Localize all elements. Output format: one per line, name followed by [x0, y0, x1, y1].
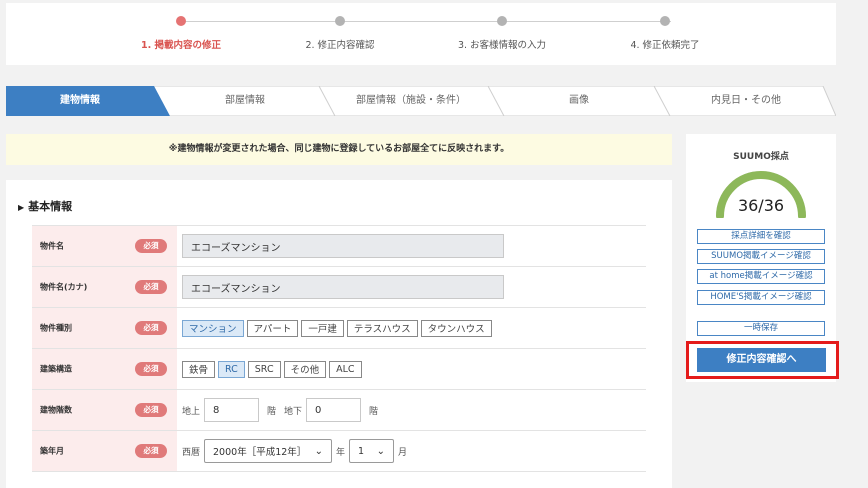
- required-badge: 必須: [135, 321, 167, 335]
- structure-option-alc[interactable]: ALC: [329, 360, 362, 378]
- field-label: 建物階数: [40, 405, 72, 415]
- row-header: 建築構造 必須: [32, 349, 177, 389]
- tab-bar: 建物情報 部屋情報 部屋情報（施設・条件） 画像 内見日・その他: [6, 86, 836, 116]
- section-title: ▶ 基本情報: [18, 198, 72, 214]
- built-month-value: 1: [358, 445, 365, 457]
- field-label: 物件名: [40, 241, 64, 251]
- chevron-down-icon: ⌄: [314, 445, 324, 457]
- row-value: 西暦 2000年［平成12年］ ⌄ 年 1 ⌄ 月: [177, 431, 646, 471]
- suumo-preview-button[interactable]: SUUMO掲載イメージ確認: [697, 249, 825, 264]
- form-row-property-kana: 物件名(カナ) 必須 エコーズマンション: [32, 267, 646, 308]
- type-option-mansion[interactable]: マンション: [182, 319, 244, 337]
- structure-option-rc[interactable]: RC: [218, 360, 245, 378]
- form-row-structure: 建築構造 必須 鉄骨 RC SRC その他 ALC: [32, 349, 646, 390]
- progress-step-3: 3. お客様情報の入力: [417, 16, 587, 51]
- required-badge: 必須: [135, 239, 167, 253]
- step-dot: [176, 16, 186, 26]
- row-value: マンション アパート 一戸建 テラスハウス タウンハウス: [177, 308, 646, 348]
- score-detail-button[interactable]: 採点詳細を確認: [697, 229, 825, 244]
- built-month-select[interactable]: 1 ⌄: [349, 439, 395, 463]
- row-header: 物件名(カナ) 必須: [32, 267, 177, 307]
- type-option-house[interactable]: 一戸建: [301, 319, 344, 337]
- below-ground-floors-input[interactable]: 0: [306, 398, 362, 422]
- field-label: 物件名(カナ): [40, 282, 88, 292]
- field-label: 建築構造: [40, 364, 72, 374]
- row-header: 物件種別 必須: [32, 308, 177, 348]
- above-ground-floors-input[interactable]: 8: [204, 398, 260, 422]
- step-dot: [335, 16, 345, 26]
- step-label: 4. 修正依頼完了: [630, 40, 700, 51]
- floors-unit: 階: [267, 406, 277, 417]
- row-value: エコーズマンション: [177, 226, 646, 266]
- row-header: 築年月 必須: [32, 431, 177, 471]
- tab-room-info[interactable]: 部屋情報: [170, 86, 320, 116]
- tab-viewing-other[interactable]: 内見日・その他: [662, 86, 830, 116]
- progress-step-1: 1. 掲載内容の修正: [96, 16, 266, 51]
- required-badge: 必須: [135, 362, 167, 376]
- step-label: 3. お客様情報の入力: [457, 40, 547, 51]
- required-badge: 必須: [135, 403, 167, 417]
- type-option-terrace-house[interactable]: テラスハウス: [346, 319, 418, 337]
- below-ground-label: 地下: [284, 406, 303, 417]
- step-dot: [660, 16, 670, 26]
- year-unit: 年: [336, 447, 346, 458]
- row-value: 地上 8 階 地下 0 階: [177, 390, 646, 430]
- progress-step-2: 2. 修正内容確認: [255, 16, 425, 51]
- required-badge: 必須: [135, 280, 167, 294]
- athome-preview-button[interactable]: at home掲載イメージ確認: [697, 269, 825, 284]
- progress-step-4: 4. 修正依頼完了: [580, 16, 750, 51]
- structure-option-other[interactable]: その他: [283, 360, 327, 378]
- progress-steps: 1. 掲載内容の修正 2. 修正内容確認 3. お客様情報の入力 4. 修正依頼…: [6, 3, 836, 65]
- era-label: 西暦: [182, 447, 201, 458]
- form-row-built-date: 築年月 必須 西暦 2000年［平成12年］ ⌄ 年 1 ⌄ 月: [32, 431, 646, 472]
- floors-unit: 階: [369, 406, 379, 417]
- step-dot: [497, 16, 507, 26]
- property-name-input[interactable]: エコーズマンション: [182, 234, 504, 258]
- month-unit: 月: [398, 447, 408, 458]
- form-table: 物件名 必須 エコーズマンション 物件名(カナ) 必須 エコーズマンション 物件…: [32, 225, 646, 472]
- form-row-property-type: 物件種別 必須 マンション アパート 一戸建 テラスハウス タウンハウス: [32, 308, 646, 349]
- tab-building-info[interactable]: 建物情報: [6, 86, 154, 116]
- row-header: 物件名 必須: [32, 226, 177, 266]
- built-year-value: 2000年［平成12年］: [213, 447, 307, 458]
- tab-room-facilities[interactable]: 部屋情報（施設・条件）: [327, 86, 495, 116]
- structure-option-src[interactable]: SRC: [247, 360, 281, 378]
- field-label: 物件種別: [40, 323, 72, 333]
- structure-option-steel[interactable]: 鉄骨: [182, 360, 216, 378]
- triangle-icon: ▶: [18, 203, 25, 212]
- built-year-select[interactable]: 2000年［平成12年］ ⌄: [204, 439, 333, 463]
- temp-save-button[interactable]: 一時保存: [697, 321, 825, 336]
- section-title-text: 基本情報: [28, 200, 73, 213]
- type-option-apartment[interactable]: アパート: [246, 319, 299, 337]
- form-row-property-name: 物件名 必須 エコーズマンション: [32, 226, 646, 267]
- type-option-town-house[interactable]: タウンハウス: [420, 319, 492, 337]
- homes-preview-button[interactable]: HOME'S掲載イメージ確認: [697, 290, 825, 305]
- chevron-down-icon: ⌄: [376, 445, 386, 457]
- row-header: 建物階数 必須: [32, 390, 177, 430]
- confirm-highlight: 修正内容確認へ: [686, 341, 839, 379]
- score-title: SUUMO採点: [733, 152, 789, 162]
- form-row-floors: 建物階数 必須 地上 8 階 地下 0 階: [32, 390, 646, 431]
- property-kana-input[interactable]: エコーズマンション: [182, 275, 504, 299]
- confirm-changes-button[interactable]: 修正内容確認へ: [697, 348, 826, 372]
- tab-images[interactable]: 画像: [496, 86, 662, 116]
- row-value: エコーズマンション: [177, 267, 646, 307]
- row-value: 鉄骨 RC SRC その他 ALC: [177, 349, 646, 389]
- step-label: 1. 掲載内容の修正: [140, 40, 222, 51]
- required-badge: 必須: [135, 444, 167, 458]
- step-label: 2. 修正内容確認: [305, 40, 375, 51]
- basic-info-panel: ▶ 基本情報 物件名 必須 エコーズマンション 物件名(カナ) 必須 エコーズマン…: [6, 180, 672, 488]
- score-value: 36/36: [737, 196, 785, 215]
- field-label: 築年月: [40, 446, 64, 456]
- notice-banner: ※建物情報が変更された場合、同じ建物に登録しているお部屋全てに反映されます。: [6, 134, 672, 165]
- above-ground-label: 地上: [182, 406, 201, 417]
